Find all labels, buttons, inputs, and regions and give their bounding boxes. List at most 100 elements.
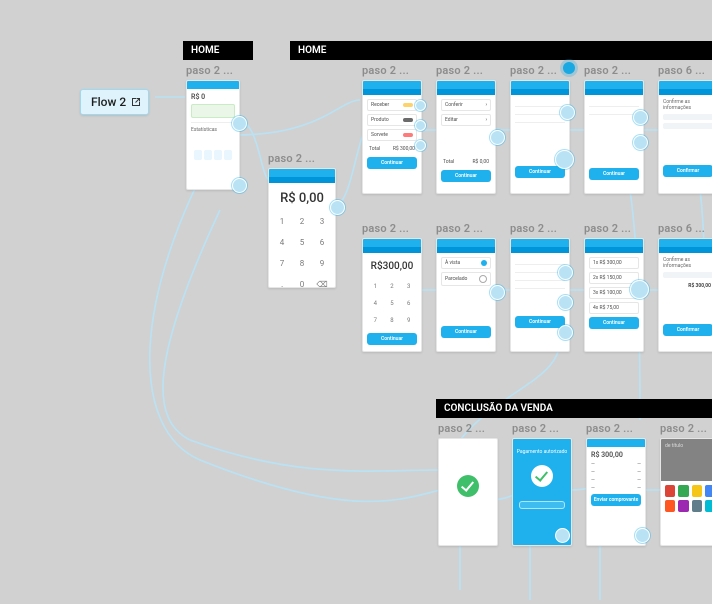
quick-action-icon[interactable]	[194, 150, 202, 160]
section-conclusao: CONCLUSÃO DA VENDA	[436, 399, 712, 418]
screen-forma-venda-edit[interactable]: Conferir› Editar› TotalR$ 0,00 Continuar	[436, 80, 496, 194]
keypad-key[interactable]: 0	[295, 277, 309, 288]
hotspot-icon[interactable]	[232, 178, 247, 193]
option-row[interactable]	[515, 259, 565, 265]
hotspot-icon[interactable]	[415, 120, 426, 131]
frame-label: paso 2 ...	[584, 64, 631, 77]
hotspot-icon[interactable]	[633, 135, 648, 150]
screen-share-sheet[interactable]: de título	[660, 438, 712, 546]
option-row[interactable]	[515, 117, 565, 123]
parcela-row[interactable]: 4x R$ 75,00	[589, 302, 639, 314]
continue-button[interactable]: Continuar	[441, 170, 491, 182]
option-parcelado[interactable]: Parcelado	[441, 272, 491, 286]
keypad-key[interactable]: ,	[275, 277, 289, 288]
app-chrome-icon[interactable]	[705, 485, 712, 497]
keypad-key[interactable]: 3	[402, 280, 415, 293]
confirm-button[interactable]: Confirmar	[663, 324, 712, 336]
app-drive-icon[interactable]	[678, 485, 688, 497]
hotspot-icon[interactable]	[490, 285, 505, 300]
keypad-key[interactable]: 5	[295, 235, 309, 250]
hotspot-icon[interactable]	[330, 200, 345, 215]
app-icon[interactable]	[692, 500, 702, 512]
frame-label: paso 2 ...	[362, 64, 409, 77]
screen-valor-venda[interactable]: R$ 0,00 1 2 3 4 5 6 7 8 9 , 0 ⌫	[268, 168, 336, 288]
secondary-button[interactable]	[519, 501, 565, 509]
list-item[interactable]: Conferir›	[441, 99, 491, 111]
hotspot-icon[interactable]	[633, 110, 648, 125]
confirm-button[interactable]: Confirmar	[663, 165, 712, 177]
app-gmail-icon[interactable]	[665, 485, 675, 497]
hotspot-icon[interactable]	[558, 265, 573, 280]
quick-action-icon[interactable]	[204, 150, 212, 160]
balance-title: R$ 0	[191, 93, 235, 101]
keypad-key[interactable]: 3	[315, 214, 329, 229]
option-row[interactable]	[589, 101, 639, 107]
keypad-key[interactable]: 6	[315, 235, 329, 250]
hotspot-icon[interactable]	[415, 140, 426, 151]
keypad-key[interactable]: 4	[275, 235, 289, 250]
numeric-keypad[interactable]: 1 2 3 4 5 6 7 8 9 , 0 ⌫	[269, 210, 335, 288]
keypad-key[interactable]: ⌫	[315, 277, 329, 288]
numeric-keypad[interactable]: 123 456 789	[363, 276, 421, 333]
screen-forma-venda-list[interactable]: Receber Produto Sorvete TotalR$ 300,00 C…	[362, 80, 422, 194]
keypad-key[interactable]: 8	[295, 256, 309, 271]
option-row[interactable]	[515, 101, 565, 107]
continue-button[interactable]: Continuar	[589, 168, 639, 180]
keypad-key[interactable]: 1	[275, 214, 289, 229]
keypad-key[interactable]: 8	[386, 314, 399, 327]
continue-button[interactable]: Continuar	[515, 166, 565, 178]
hotspot-icon[interactable]	[415, 100, 426, 111]
flow-badge[interactable]: Flow 2	[80, 89, 149, 115]
continue-button[interactable]: Continuar	[515, 316, 565, 328]
screen-home-dashboard[interactable]: R$ 0 Estatísticas	[186, 80, 240, 190]
hotspot-icon[interactable]	[635, 528, 650, 543]
continue-button[interactable]: Continuar	[367, 157, 417, 169]
app-icon[interactable]	[705, 500, 712, 512]
option-row[interactable]	[589, 109, 639, 115]
keypad-key[interactable]: 4	[369, 297, 382, 310]
keypad-key[interactable]: 2	[386, 280, 399, 293]
screen-resumo-venda-b[interactable]: Confirme as informações R$ 300,00 Confir…	[658, 238, 712, 352]
amount-display: R$ 0,00	[269, 183, 335, 210]
list-item[interactable]: Sorvete	[367, 129, 417, 141]
continue-button[interactable]: Continuar	[589, 317, 639, 329]
keypad-key[interactable]: 2	[295, 214, 309, 229]
list-item[interactable]: Produto	[367, 114, 417, 126]
keypad-key[interactable]: 1	[369, 280, 382, 293]
send-receipt-button[interactable]: Enviar comprovante	[591, 494, 641, 506]
keypad-key[interactable]: 5	[386, 297, 399, 310]
keypad-key[interactable]: 9	[315, 256, 329, 271]
quick-action-icon[interactable]	[224, 150, 232, 160]
screen-resumo-venda[interactable]: Confirme as informações Confirmar	[658, 80, 712, 194]
hotspot-icon[interactable]	[232, 116, 247, 131]
app-icon[interactable]	[678, 500, 688, 512]
hotspot-icon[interactable]	[630, 280, 649, 299]
screen-pagamento-tipo[interactable]: À vista Parcelado Continuar	[436, 238, 496, 352]
keypad-key[interactable]: 9	[402, 314, 415, 327]
option-row[interactable]	[515, 283, 565, 289]
hotspot-icon[interactable]	[555, 528, 570, 543]
keypad-key[interactable]: 7	[369, 314, 382, 327]
hotspot-icon[interactable]	[490, 130, 505, 145]
flow-out-icon	[130, 96, 142, 108]
screen-valor-venda-filled[interactable]: R$300,00 123 456 789 Continuar	[362, 238, 422, 352]
option-avista[interactable]: À vista	[441, 257, 491, 269]
continue-button[interactable]: Continuar	[367, 333, 417, 345]
app-keep-icon[interactable]	[692, 485, 702, 497]
hotspot-icon[interactable]	[558, 325, 573, 340]
hotspot-icon[interactable]	[558, 295, 573, 310]
list-item[interactable]: Editar›	[441, 114, 491, 126]
quick-action-icon[interactable]	[214, 150, 222, 160]
hotspot-icon[interactable]	[560, 105, 575, 120]
option-row[interactable]	[515, 275, 565, 281]
option-row[interactable]	[515, 109, 565, 115]
screen-success-a[interactable]	[438, 438, 498, 546]
parcela-row[interactable]: 1x R$ 300,00	[589, 257, 639, 269]
app-icon[interactable]	[665, 500, 675, 512]
keypad-key[interactable]: 6	[402, 297, 415, 310]
screen-forma-pagamento[interactable]: Continuar	[510, 80, 570, 194]
list-item[interactable]: Receber	[367, 99, 417, 111]
hotspot-icon[interactable]	[555, 150, 574, 169]
continue-button[interactable]: Continuar	[441, 326, 491, 338]
keypad-key[interactable]: 7	[275, 256, 289, 271]
